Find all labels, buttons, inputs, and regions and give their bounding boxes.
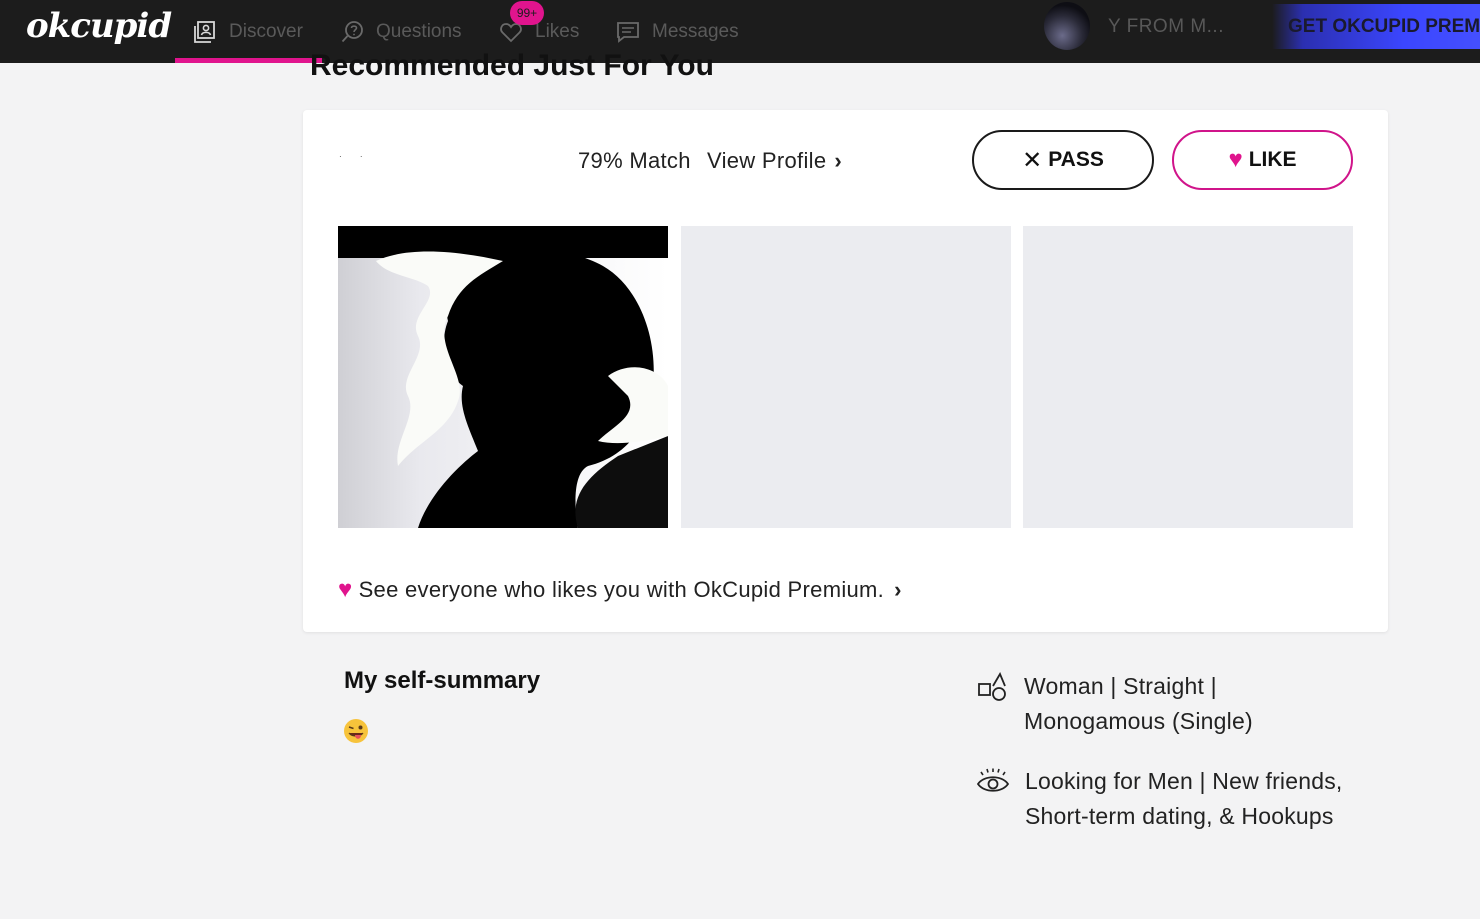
- profile-photo-silhouette: [338, 226, 668, 528]
- looking-for-detail: Looking for Men | New friends, Short-ter…: [1025, 768, 1343, 829]
- top-navbar: okcupid Discover Questions Likes 99+ Mes…: [0, 0, 1480, 63]
- okcupid-logo[interactable]: okcupid: [26, 6, 172, 46]
- heart-icon: ♥: [338, 576, 353, 603]
- pass-button[interactable]: ✕ PASS: [972, 130, 1154, 190]
- user-avatar[interactable]: [1044, 2, 1090, 50]
- nav-discover[interactable]: Discover: [193, 0, 303, 63]
- user-name[interactable]: Y FROM M...: [1108, 0, 1238, 53]
- premium-promo-text: See everyone who likes you with OkCupid …: [358, 577, 885, 602]
- get-premium-button[interactable]: GET OKCUPID PREMI: [1272, 4, 1480, 49]
- chevron-right-icon: ›: [894, 577, 902, 602]
- chevron-right-icon: ›: [834, 148, 842, 173]
- like-button[interactable]: ♥ LIKE: [1172, 130, 1353, 190]
- self-summary-title: My self-summary: [344, 667, 541, 694]
- nav-likes-label: Likes: [535, 20, 580, 42]
- like-button-label: LIKE: [1248, 148, 1297, 171]
- profile-photo-3[interactable]: [1023, 226, 1353, 528]
- chat-icon: [617, 21, 639, 43]
- page-title: Recommended Just For You: [310, 51, 714, 86]
- active-tab-indicator: [175, 58, 322, 63]
- view-profile-link[interactable]: View Profile ›: [707, 148, 842, 174]
- nav-questions-label: Questions: [376, 20, 462, 42]
- close-icon: ✕: [1022, 146, 1043, 174]
- nav-discover-label: Discover: [229, 20, 303, 42]
- heart-icon: ♥: [1228, 146, 1243, 173]
- view-profile-label: View Profile: [707, 148, 827, 173]
- winking-tongue-emoji-icon: [344, 719, 368, 743]
- nav-messages-label: Messages: [652, 20, 739, 42]
- questions-icon: [341, 20, 363, 42]
- identity-detail: Woman | Straight | Monogamous (Single): [1024, 673, 1253, 734]
- likes-count-badge: 99+: [510, 1, 544, 25]
- profile-photo-2[interactable]: [681, 226, 1011, 528]
- profile-name-placeholder: · ·: [339, 152, 371, 161]
- profile-photo-1[interactable]: [338, 226, 668, 528]
- match-percentage: 79% Match: [578, 148, 691, 173]
- eye-icon: [976, 768, 1010, 792]
- gender-shapes-icon: [978, 672, 1006, 701]
- pass-button-label: PASS: [1048, 148, 1104, 171]
- page-title-text: Recommended Just For You: [310, 51, 714, 82]
- discover-icon: [194, 20, 215, 43]
- premium-promo-link[interactable]: ♥ See everyone who likes you with OkCupi…: [338, 576, 902, 604]
